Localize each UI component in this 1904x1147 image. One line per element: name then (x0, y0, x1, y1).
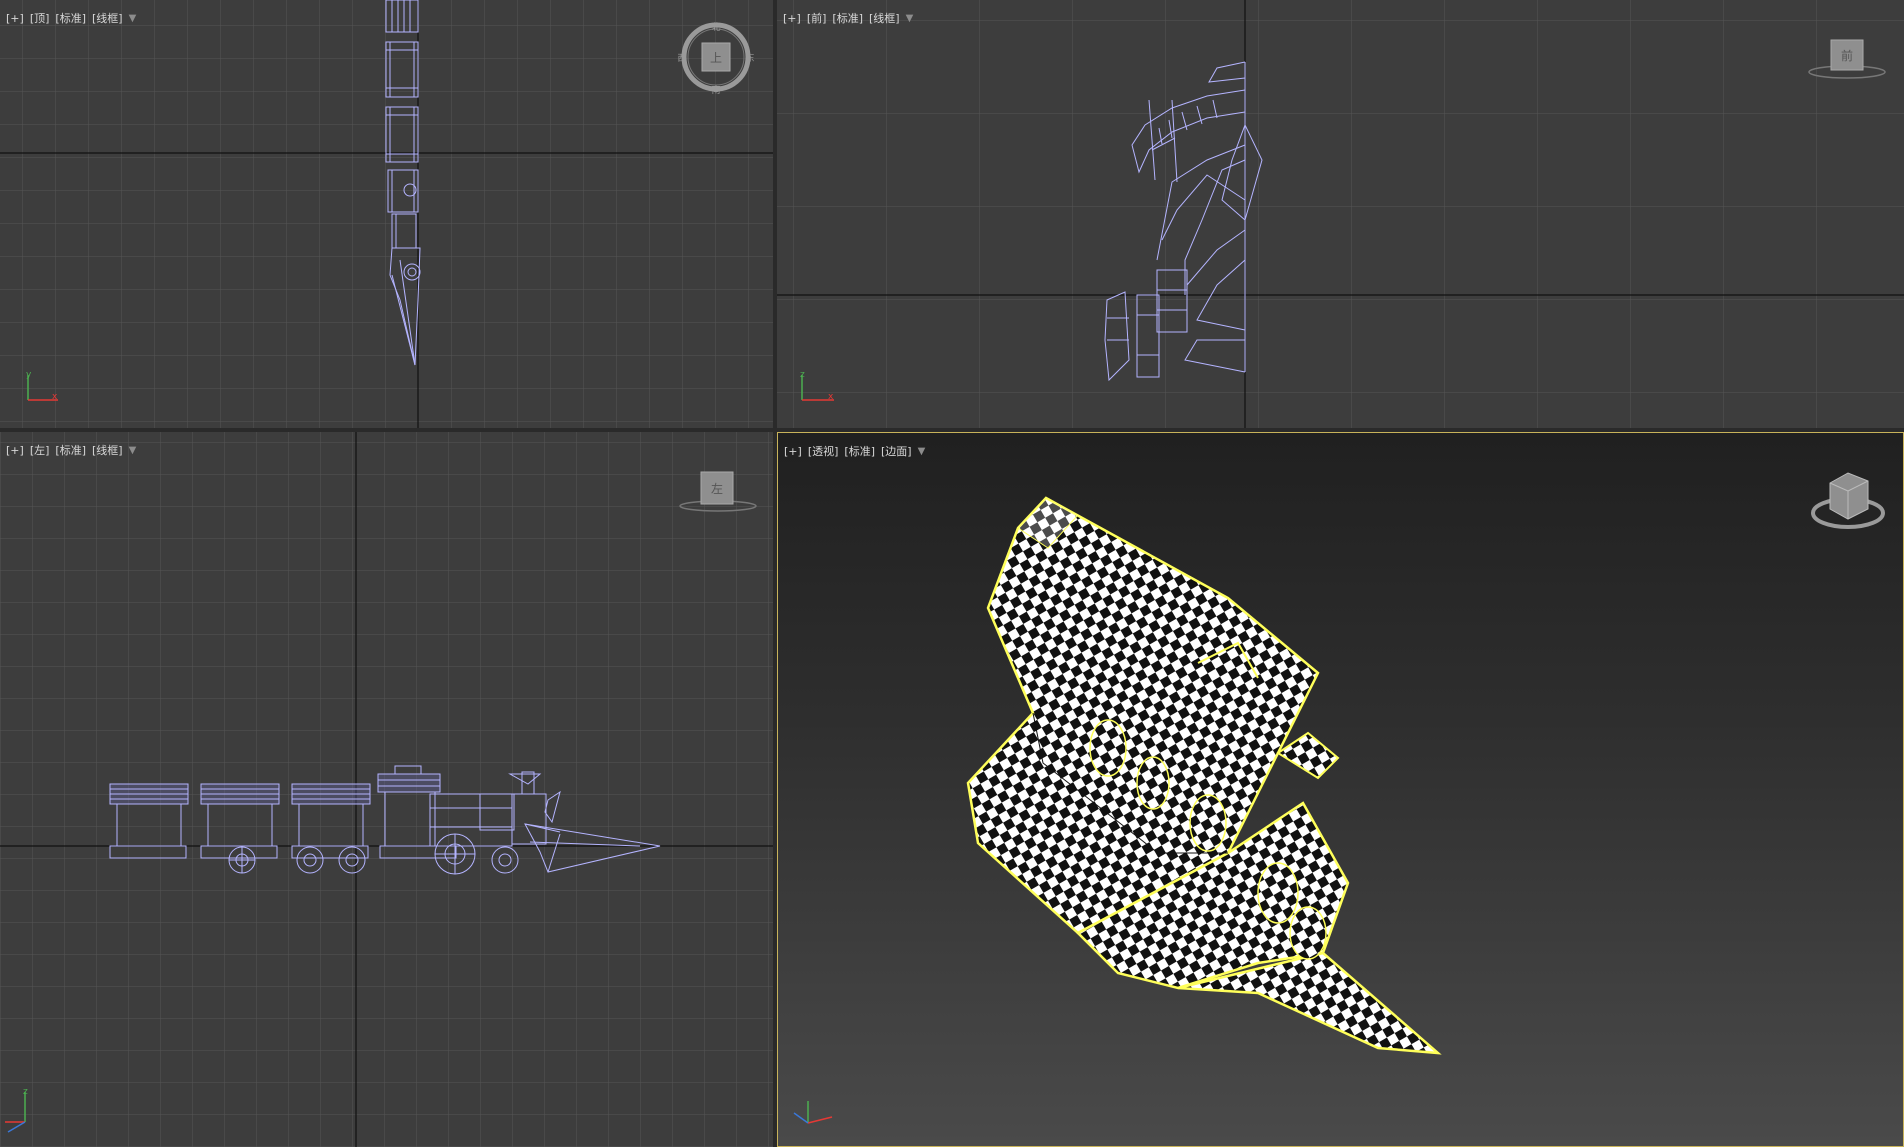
viewport-view-menu[interactable]: [顶] (30, 10, 50, 26)
viewport-top[interactable]: y x 上 北 南 东 西 [+] [顶] [标准] [线框] ▼ (0, 0, 773, 428)
svg-text:x: x (52, 392, 58, 402)
viewport-menu-plus[interactable]: [+] (784, 445, 802, 458)
viewport-front[interactable]: z x 前 [+] [前] [标准] [线框] ▼ (777, 0, 1904, 428)
viewport-perspective-label: [+] [透视] [标准] [边面] ▼ (784, 443, 925, 459)
viewport-left[interactable]: z 左 [+] [左] [标准] [线框] ▼ (0, 432, 773, 1147)
viewport-shading-mode[interactable]: [线框] (869, 10, 900, 26)
compass-north: 北 (711, 22, 720, 33)
viewport-view-menu[interactable]: [前] (807, 10, 827, 26)
viewport-shading-standard[interactable]: [标准] (832, 10, 863, 26)
axis-tripod-icon (793, 1101, 833, 1124)
viewcube-face-label: 上 (710, 51, 722, 65)
viewport-top-canvas[interactable]: y x 上 北 南 东 西 (0, 0, 773, 428)
compass-east: 东 (745, 52, 754, 64)
viewport-shading-mode[interactable]: [线框] (92, 10, 123, 26)
viewport-shading-mode[interactable]: [边面] (881, 443, 912, 459)
svg-text:z: z (800, 370, 805, 380)
viewport-shading-standard[interactable]: [标准] (55, 442, 86, 458)
viewport-shading-standard[interactable]: [标准] (55, 10, 86, 26)
svg-text:x: x (828, 392, 834, 402)
viewport-shading-mode[interactable]: [线框] (92, 442, 123, 458)
viewport-view-menu[interactable]: [左] (30, 442, 50, 458)
viewport-menu-plus[interactable]: [+] (6, 444, 24, 457)
viewport-view-menu[interactable]: [透视] (808, 443, 839, 459)
viewport-shading-standard[interactable]: [标准] (844, 443, 875, 459)
svg-text:y: y (26, 370, 32, 380)
filter-icon[interactable]: ▼ (918, 446, 926, 457)
viewport-menu-plus[interactable]: [+] (783, 12, 801, 25)
viewport-perspective-canvas[interactable] (778, 433, 1904, 1147)
viewport-menu-plus[interactable]: [+] (6, 12, 24, 25)
compass-south: 南 (711, 84, 720, 96)
compass-west: 西 (677, 53, 686, 64)
filter-icon[interactable]: ▼ (129, 445, 137, 456)
viewport-top-label: [+] [顶] [标准] [线框] ▼ (6, 10, 136, 26)
viewport-left-label: [+] [左] [标准] [线框] ▼ (6, 442, 136, 458)
viewcube-face-label: 左 (711, 481, 723, 496)
viewport-front-label: [+] [前] [标准] [线框] ▼ (783, 10, 913, 26)
viewport-front-canvas[interactable]: z x 前 (777, 0, 1904, 428)
viewport-perspective[interactable]: [+] [透视] [标准] [边面] ▼ (777, 432, 1904, 1147)
viewport-left-canvas[interactable]: z 左 (0, 432, 773, 1147)
filter-icon[interactable]: ▼ (906, 13, 914, 24)
train-model-checker[interactable] (966, 496, 1442, 1055)
svg-text:z: z (23, 1087, 28, 1097)
viewcube-icon[interactable] (1811, 472, 1885, 529)
filter-icon[interactable]: ▼ (129, 13, 137, 24)
viewcube-face-label: 前 (1841, 48, 1853, 63)
